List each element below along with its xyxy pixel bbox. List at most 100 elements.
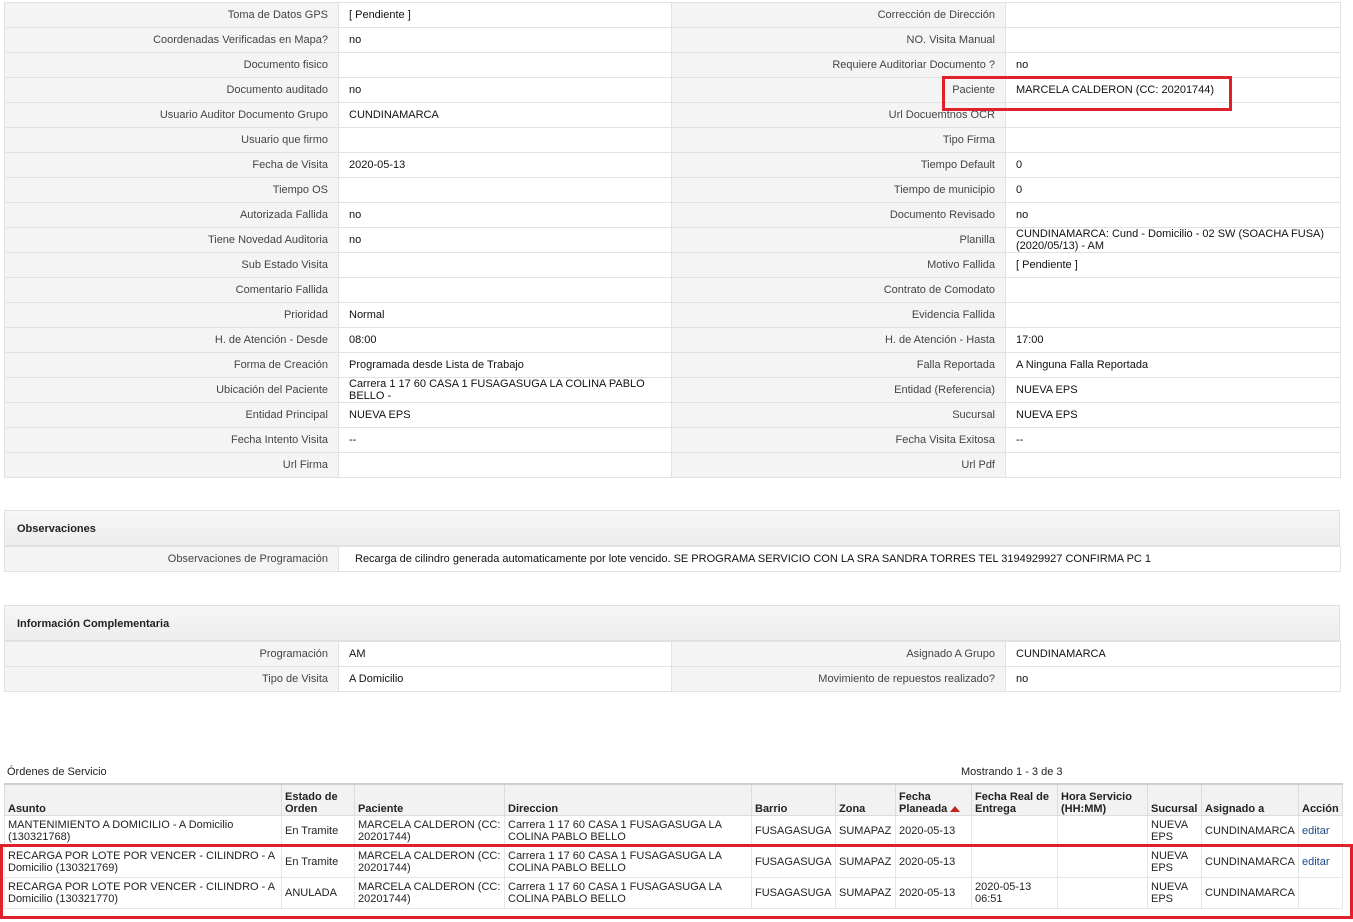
- detail-row: Forma de Creación Programada desde Lista …: [4, 352, 1341, 378]
- detail-row: Fecha de Visita 2020-05-13 Tiempo Default 0: [4, 152, 1341, 178]
- column-header-label: Sucursal: [1151, 803, 1198, 815]
- ordenes-table: Asunto Estado de Orden Paciente Direccion Ba…: [4, 783, 1343, 909]
- field-value: A Ninguna Falla Reportada: [1005, 352, 1341, 378]
- field-value: Carrera 1 17 60 CASA 1 FUSAGASUGA LA COL…: [338, 377, 672, 403]
- complementaria-header: Información Complementaria: [4, 605, 1340, 641]
- column-header-label: Asunto: [8, 803, 46, 815]
- cell-sucursal: NUEVA EPS: [1147, 815, 1202, 847]
- detail-row: Programación AM Asignado A Grupo CUNDINAMAR…: [4, 641, 1341, 667]
- observaciones-table: Observaciones de Programación Recarga de…: [4, 546, 1341, 572]
- column-header[interactable]: Hora Servicio (HH:MM): [1057, 783, 1148, 816]
- cell-paciente: MARCELA CALDERON (CC: 20201744): [354, 846, 505, 878]
- detail-row: Toma de Datos GPS[ Pendiente ] Corrección…: [4, 2, 1341, 28]
- column-header-label: Direccion: [508, 803, 559, 815]
- column-header[interactable]: Zona: [835, 783, 896, 816]
- field-label: Documento Revisado: [671, 202, 1006, 228]
- sort-ascending-icon[interactable]: [950, 806, 961, 813]
- cell-sucursal: NUEVA EPS: [1147, 877, 1202, 909]
- field-value: [ Pendiente ]: [1005, 252, 1341, 278]
- edit-link: [1298, 877, 1343, 909]
- column-header-label: Paciente: [358, 803, 404, 815]
- cell-asunto: RECARGA POR LOTE POR VENCER - CILINDRO -…: [4, 846, 282, 878]
- column-header[interactable]: Asignado a: [1201, 783, 1299, 816]
- detail-row: Prioridad Normal Evidencia Fallida: [4, 302, 1341, 328]
- column-header-label: Estado de Orden: [285, 791, 338, 815]
- edit-link[interactable]: editar: [1298, 846, 1343, 878]
- column-header[interactable]: Estado de Orden: [281, 783, 355, 816]
- column-header-label: Acción: [1302, 803, 1339, 815]
- detail-row: Documento auditado no Paciente MARCELA CALD…: [4, 77, 1341, 103]
- field-label: Entidad (Referencia): [671, 377, 1006, 403]
- detail-row: Coordenadas Verificadas en Mapa? no NO. Vi…: [4, 27, 1341, 53]
- field-label: Documento fisico: [4, 52, 339, 78]
- field-label: Tiene Novedad Auditoria: [4, 227, 339, 253]
- cell-hora: [1057, 877, 1148, 909]
- field-label: Tipo Firma: [671, 127, 1006, 153]
- visit-details-table: Toma de Datos GPS[ Pendiente ] Corrección…: [4, 2, 1341, 478]
- field-value: no: [1005, 52, 1341, 78]
- column-header[interactable]: Sucursal: [1147, 783, 1202, 816]
- column-header-label: Barrio: [755, 803, 788, 815]
- field-label: Motivo Fallida: [671, 252, 1006, 278]
- field-label: Fecha Intento Visita: [4, 427, 339, 453]
- field-value: NUEVA EPS: [338, 402, 672, 428]
- column-header[interactable]: Fecha Planeada: [895, 783, 972, 816]
- field-value: [1005, 452, 1341, 478]
- field-label: Prioridad: [4, 302, 339, 328]
- field-label: Fecha de Visita: [4, 152, 339, 178]
- column-header[interactable]: Paciente: [354, 783, 505, 816]
- field-value: A Domicilio: [338, 666, 672, 692]
- field-value: [338, 177, 672, 203]
- cell-direccion: Carrera 1 17 60 CASA 1 FUSAGASUGA LA COL…: [504, 846, 752, 878]
- field-value: [338, 127, 672, 153]
- field-label: Url Docuemtnos OCR: [671, 102, 1006, 128]
- cell-estado: ANULADA: [281, 877, 355, 909]
- edit-link[interactable]: editar: [1298, 815, 1343, 847]
- field-label: Comentario Fallida: [4, 277, 339, 303]
- cell-fecha-real: [971, 815, 1058, 847]
- complementaria-title: Información Complementaria: [17, 618, 170, 630]
- field-value: NUEVA EPS: [1005, 377, 1341, 403]
- field-value: no: [1005, 666, 1341, 692]
- field-label: Paciente: [671, 77, 1006, 103]
- cell-barrio: FUSAGASUGA: [751, 877, 836, 909]
- column-header[interactable]: Acción: [1298, 783, 1343, 816]
- cell-estado: En Tramite: [281, 815, 355, 847]
- detail-row: Url Firma Url Pdf: [4, 452, 1341, 478]
- field-value: [1005, 102, 1341, 128]
- column-header-label: Fecha Planeada: [899, 791, 948, 815]
- field-value: [1005, 302, 1341, 328]
- field-value: [338, 452, 672, 478]
- detail-row: Usuario Auditor Documento Grupo CUNDINAMA…: [4, 102, 1341, 128]
- field-label: H. de Atención - Desde: [4, 327, 339, 353]
- cell-paciente: MARCELA CALDERON (CC: 20201744): [354, 815, 505, 847]
- column-header[interactable]: Fecha Real de Entrega: [971, 783, 1058, 816]
- observaciones-label: Observaciones de Programación: [4, 546, 339, 572]
- field-label: Coordenadas Verificadas en Mapa?: [4, 27, 339, 53]
- detail-row: Entidad Principal NUEVA EPS Sucursal NUEVA …: [4, 402, 1341, 428]
- field-label: Usuario Auditor Documento Grupo: [4, 102, 339, 128]
- column-header[interactable]: Asunto: [4, 783, 282, 816]
- cell-zona: SUMAPAZ: [835, 846, 896, 878]
- table-row: RECARGA POR LOTE POR VENCER - CILINDRO -…: [4, 846, 1343, 878]
- observaciones-value: Recarga de cilindro generada automaticam…: [338, 546, 1341, 572]
- cell-asignado: CUNDINAMARCA: [1201, 846, 1299, 878]
- detail-row: Fecha Intento Visita -- Fecha Visita Exito…: [4, 427, 1341, 453]
- table-row: RECARGA POR LOTE POR VENCER - CILINDRO -…: [4, 877, 1343, 909]
- field-label: Usuario que firmo: [4, 127, 339, 153]
- field-value: --: [338, 427, 672, 453]
- field-label: Sucursal: [671, 402, 1006, 428]
- field-label: Toma de Datos GPS: [4, 2, 339, 28]
- field-value: 0: [1005, 177, 1341, 203]
- detail-row: Tiene Novedad Auditoria no Planilla CUNDINA…: [4, 227, 1341, 253]
- field-value: [ Pendiente ]: [338, 2, 672, 28]
- column-header-label: Asignado a: [1205, 803, 1265, 815]
- field-label: Requiere Auditoriar Documento ?: [671, 52, 1006, 78]
- column-header[interactable]: Barrio: [751, 783, 836, 816]
- ordenes-count: Mostrando 1 - 3 de 3: [961, 766, 1063, 778]
- cell-asunto: MANTENIMIENTO A DOMICILIO - A Domicilio …: [4, 815, 282, 847]
- cell-sucursal: NUEVA EPS: [1147, 846, 1202, 878]
- column-header[interactable]: Direccion: [504, 783, 752, 816]
- field-value: [1005, 127, 1341, 153]
- field-label: Url Pdf: [671, 452, 1006, 478]
